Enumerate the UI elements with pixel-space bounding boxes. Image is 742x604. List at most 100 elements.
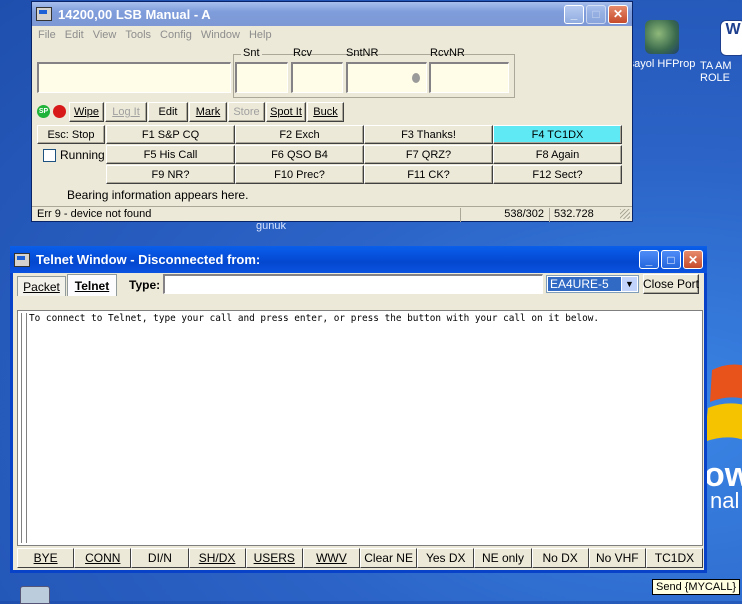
type-label: Type: [129,278,161,292]
log-it-label: Log It [112,106,140,118]
sh-dx-button[interactable]: SH/DX [188,548,246,568]
f5-button[interactable]: F5 His Call [106,145,235,164]
di-n-button[interactable]: DI/N [131,548,189,568]
buck-button[interactable]: Buck [307,102,344,122]
status-message: Err 9 - device not found [37,208,152,220]
yes-dx-button[interactable]: Yes DX [417,548,475,568]
f10-button[interactable]: F10 Prec? [235,165,364,184]
close-button[interactable]: ✕ [608,4,628,24]
resize-grip-icon[interactable] [620,209,630,219]
f2-button[interactable]: F2 Exch [235,125,364,144]
cluster-select[interactable]: EA4URE-5 ▼ [546,275,639,293]
snt-label: Snt [241,47,262,59]
f9-button[interactable]: F9 NR? [106,165,235,184]
conn-label: CONN [85,551,121,565]
ne-only-button[interactable]: NE only [474,548,532,568]
output-left-scroll-edge [21,313,27,543]
sp-mode-icon[interactable]: SP [37,105,50,118]
sntnr-field[interactable] [346,62,427,93]
edit-button[interactable]: Edit [148,102,188,122]
f3-button[interactable]: F3 Thanks! [364,125,493,144]
main-titlebar[interactable]: 14200,00 LSB Manual - A _ □ ✕ [32,2,632,26]
tc1dx-button[interactable]: TC1DX [645,548,704,568]
telnet-titlebar[interactable]: Telnet Window - Disconnected from: _ □ ✕ [10,246,707,273]
sh-dx-label: SH/DX [198,551,236,565]
app-icon [36,7,52,21]
recycle-icon [20,586,50,604]
f8-button[interactable]: F8 Again [493,145,622,164]
esc-stop-button[interactable]: Esc: Stop [37,125,105,144]
close-port-label: Close Port [642,277,700,291]
f1-button[interactable]: F1 S&P CQ [106,125,235,144]
tab-telnet[interactable]: Telnet [67,274,117,296]
f6-button[interactable]: F6 QSO B4 [235,145,364,164]
maximize-button[interactable]: □ [661,250,681,269]
no-dx-button[interactable]: No DX [531,548,589,568]
menu-help[interactable]: Help [247,27,279,45]
no-dx-label: No DX [542,551,578,565]
rcv-label: Rcv [293,47,312,59]
users-button[interactable]: USERS [245,548,303,568]
bye-button[interactable]: BYE [17,548,75,568]
menu-config[interactable]: Config [158,27,199,45]
f11-button[interactable]: F11 CK? [364,165,493,184]
clear-ne-button[interactable]: Clear NE [360,548,418,568]
menu-view[interactable]: View [91,27,124,45]
conn-button[interactable]: CONN [74,548,132,568]
desktop-background-text-2: nal [710,488,740,513]
wwv-button[interactable]: WWV [302,548,361,568]
desktop-icon-label: sayol HFProp [628,58,696,70]
f8-label: F8 Again [535,148,580,161]
menu-window[interactable]: Window [199,27,247,45]
type-input[interactable] [163,274,543,294]
desktop-icon-hfprop[interactable]: sayol HFProp [627,20,697,70]
mark-button[interactable]: Mark [189,102,227,122]
telnet-window-title: Telnet Window - Disconnected from: [36,252,261,267]
menu-file[interactable]: File [36,27,63,45]
minimize-button[interactable]: _ [639,250,659,269]
store-button[interactable]: Store [228,102,265,122]
minimize-button[interactable]: _ [564,4,584,24]
f9-label: F9 NR? [151,168,190,181]
spot-it-button[interactable]: Spot It [266,102,306,122]
rcv-field[interactable] [291,62,343,93]
ne-only-label: NE only [481,551,524,565]
no-vhf-label: No VHF [595,551,639,565]
callsign-field[interactable] [37,62,231,93]
bye-label: BYE [33,551,58,565]
snt-field[interactable] [235,62,288,93]
close-port-button[interactable]: Close Port [643,274,699,294]
f3-label: F3 Thanks! [401,128,456,141]
macro-button-bar: BYE CONN DI/N SH/DX USERS WWV Clear NE Y… [17,548,704,568]
rcvnr-field[interactable] [429,62,509,93]
chevron-down-icon[interactable]: ▼ [622,277,637,291]
wwv-label: WWV [316,551,347,565]
tc1dx-label: TC1DX [654,551,695,565]
no-vhf-button[interactable]: No VHF [588,548,646,568]
telnet-output-area[interactable]: To connect to Telnet, type your call and… [17,310,703,546]
close-button[interactable]: ✕ [683,250,703,269]
telnet-message: To connect to Telnet, type your call and… [29,313,600,324]
menu-edit[interactable]: Edit [63,27,91,45]
tab-packet[interactable]: Packet [17,276,66,296]
status-led-icon [412,73,420,83]
f4-button[interactable]: F4 TC1DX [493,125,622,144]
rcvnr-label: RcvNR [430,47,465,59]
desktop-icon-word-doc[interactable]: W TA AM ROLE [700,20,742,84]
menu-tools[interactable]: Tools [123,27,158,45]
tab-telnet-label: Telnet [74,278,110,293]
f12-button[interactable]: F12 Sect? [493,165,622,184]
store-label: Store [233,106,260,118]
f7-button[interactable]: F7 QRZ? [364,145,493,164]
main-window-title: 14200,00 LSB Manual - A [58,6,211,22]
di-n-label: DI/N [147,551,172,565]
app-icon [14,252,30,267]
clear-ne-label: Clear NE [364,551,413,565]
log-it-button[interactable]: Log It [105,102,147,122]
running-checkbox[interactable] [43,149,56,162]
f7-label: F7 QRZ? [405,148,452,161]
run-mode-icon[interactable] [53,105,66,118]
maximize-button[interactable]: □ [586,4,606,24]
wipe-button[interactable]: Wipe [69,102,104,122]
esc-stop-label: Esc: Stop [47,128,95,141]
